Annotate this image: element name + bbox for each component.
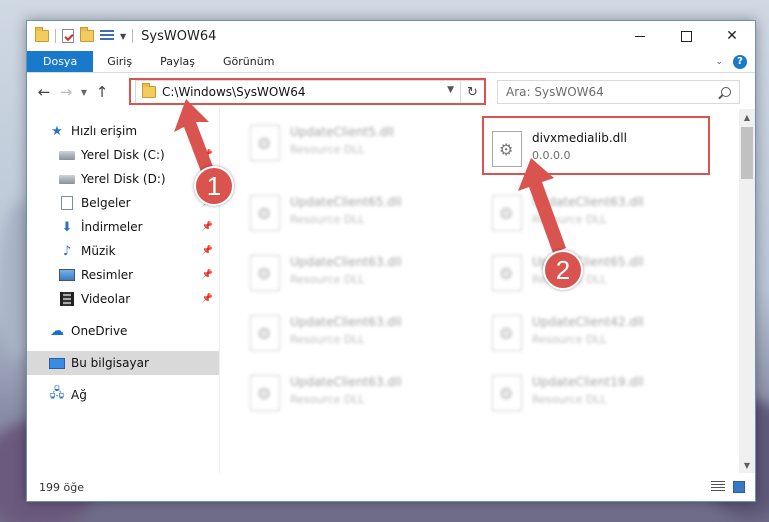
arrow-1 (174, 99, 215, 177)
step-badge-1: 1 (194, 166, 234, 206)
annotation-arrows (174, 99, 566, 253)
step-badge-2: 2 (543, 250, 583, 290)
arrow-2 (518, 158, 566, 253)
